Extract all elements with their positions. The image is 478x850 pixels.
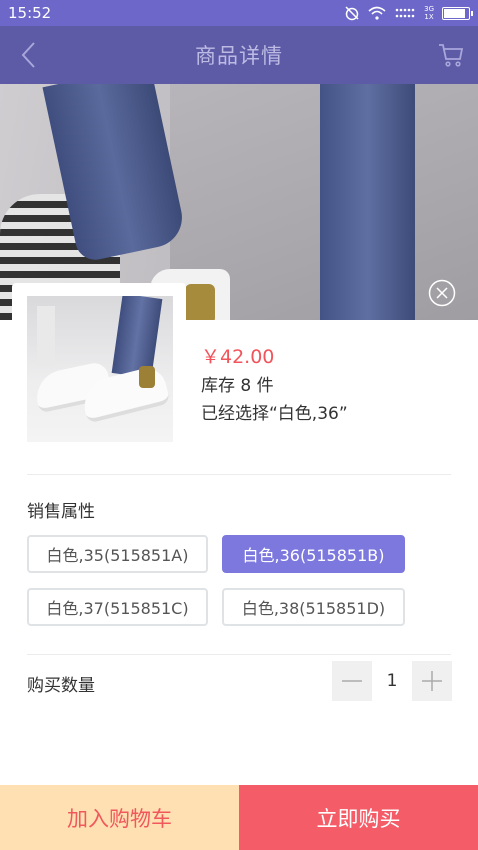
option-white-37[interactable]: 白色,37(515851C) <box>27 588 208 626</box>
quantity-label: 购买数量 <box>27 676 95 696</box>
minus-icon <box>342 680 362 682</box>
status-time: 15:52 <box>8 4 52 22</box>
attributes-label: 销售属性 <box>27 502 95 522</box>
stock-count: 库存 8 件 <box>201 376 274 396</box>
divider <box>27 474 451 475</box>
plus-icon <box>422 671 442 691</box>
alarm-off-icon <box>345 6 359 21</box>
page-title: 商品详情 <box>195 44 283 68</box>
option-white-36[interactable]: 白色,36(515851B) <box>222 535 405 573</box>
selected-variant-text: 已经选择“白色,36” <box>201 404 348 424</box>
network-type: 3G 1X <box>424 5 434 21</box>
option-white-35[interactable]: 白色,35(515851A) <box>27 535 208 573</box>
title-bar: 商品详情 <box>0 26 478 84</box>
divider <box>27 654 451 655</box>
quantity-stepper: 1 <box>332 661 452 701</box>
close-icon[interactable] <box>428 279 456 307</box>
product-thumbnail <box>27 296 173 442</box>
increase-button[interactable] <box>412 661 452 701</box>
battery-icon <box>442 6 473 20</box>
decrease-button[interactable] <box>332 661 372 701</box>
status-icons: 3G 1X <box>344 5 473 21</box>
signal-icon <box>395 8 415 18</box>
shopping-cart-icon[interactable] <box>438 42 464 68</box>
product-price: ￥42.00 <box>201 346 275 368</box>
wifi-icon <box>368 6 386 20</box>
buy-now-button[interactable]: 立即购买 <box>239 785 478 850</box>
status-bar: 15:52 3G 1X <box>0 0 478 26</box>
quantity-value[interactable]: 1 <box>372 661 412 701</box>
option-white-38[interactable]: 白色,38(515851D) <box>222 588 405 626</box>
back-arrow-icon[interactable] <box>18 40 40 70</box>
add-to-cart-button[interactable]: 加入购物车 <box>0 785 239 850</box>
